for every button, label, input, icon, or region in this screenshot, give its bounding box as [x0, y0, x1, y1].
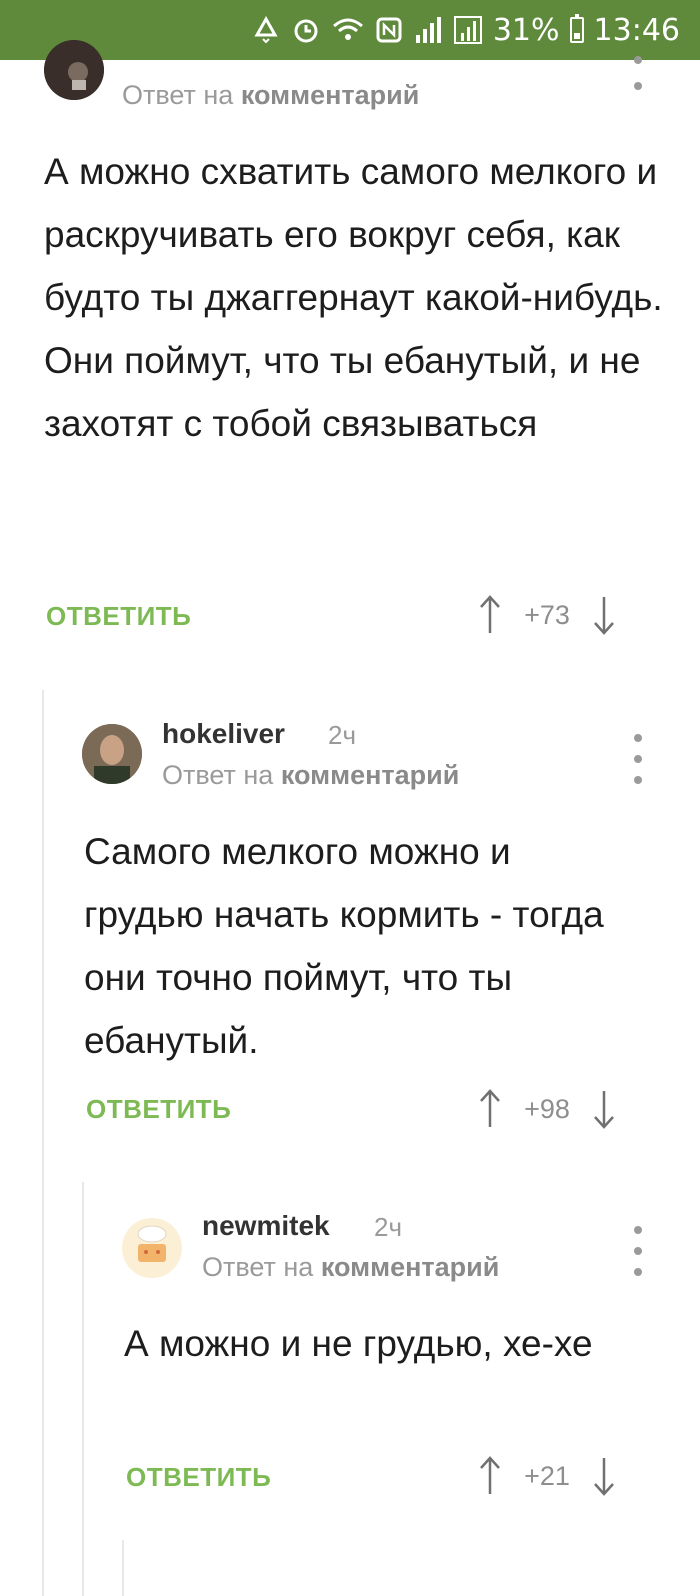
reply-prefix: Ответ на — [162, 760, 274, 790]
vote-control: +73 — [478, 595, 616, 635]
more-options-icon[interactable] — [628, 734, 648, 784]
more-options-icon[interactable] — [628, 56, 648, 90]
upvote-arrow-icon[interactable] — [478, 1089, 502, 1129]
comment-author[interactable]: hokeliver — [162, 718, 285, 750]
avatar[interactable] — [122, 1218, 182, 1278]
reply-prefix: Ответ на — [122, 80, 234, 110]
reply-target-link[interactable]: комментарий — [281, 760, 460, 790]
comment: Ответ на комментарий А можно схватить са… — [0, 0, 700, 680]
comment-text: А можно и не грудью, хе-хе — [124, 1323, 593, 1364]
vote-control: +21 — [478, 1456, 616, 1496]
reply-target-link[interactable]: комментарий — [321, 1252, 500, 1282]
downvote-arrow-icon[interactable] — [592, 595, 616, 635]
reply-to-info: Ответ на комментарий — [122, 80, 419, 111]
upvote-arrow-icon[interactable] — [478, 595, 502, 635]
comment: hokeliver 2ч Ответ на комментарий Самого… — [0, 700, 700, 1160]
reply-target-link[interactable]: комментарий — [241, 80, 420, 110]
comment-time: 2ч — [374, 1212, 403, 1242]
reply-prefix: Ответ на — [202, 1252, 314, 1282]
comment-text: Самого мелкого можно и грудью начать кор… — [84, 831, 604, 1061]
comment-author[interactable]: newmitek — [202, 1210, 330, 1242]
reply-button[interactable]: ОТВЕТИТЬ — [126, 1462, 271, 1493]
avatar[interactable] — [44, 40, 104, 100]
vote-control: +98 — [478, 1089, 616, 1129]
avatar[interactable] — [82, 724, 142, 784]
reply-button[interactable]: ОТВЕТИТЬ — [86, 1094, 231, 1125]
comment-text: А можно схватить самого мелкого и раскру… — [44, 151, 663, 444]
downvote-arrow-icon[interactable] — [592, 1456, 616, 1496]
reply-button[interactable]: ОТВЕТИТЬ — [46, 601, 191, 632]
downvote-arrow-icon[interactable] — [592, 1089, 616, 1129]
upvote-arrow-icon[interactable] — [478, 1456, 502, 1496]
vote-count: +73 — [524, 599, 570, 630]
reply-to-info: Ответ на комментарий — [162, 760, 459, 791]
comment-time: 2ч — [328, 720, 357, 750]
vote-count: +21 — [524, 1460, 570, 1491]
more-options-icon[interactable] — [628, 1226, 648, 1276]
reply-to-info: Ответ на комментарий — [202, 1252, 499, 1283]
comment: newmitek 2ч Ответ на комментарий А можно… — [0, 1196, 700, 1536]
thread-line-level-3 — [122, 1540, 124, 1596]
vote-count: +98 — [524, 1093, 570, 1124]
